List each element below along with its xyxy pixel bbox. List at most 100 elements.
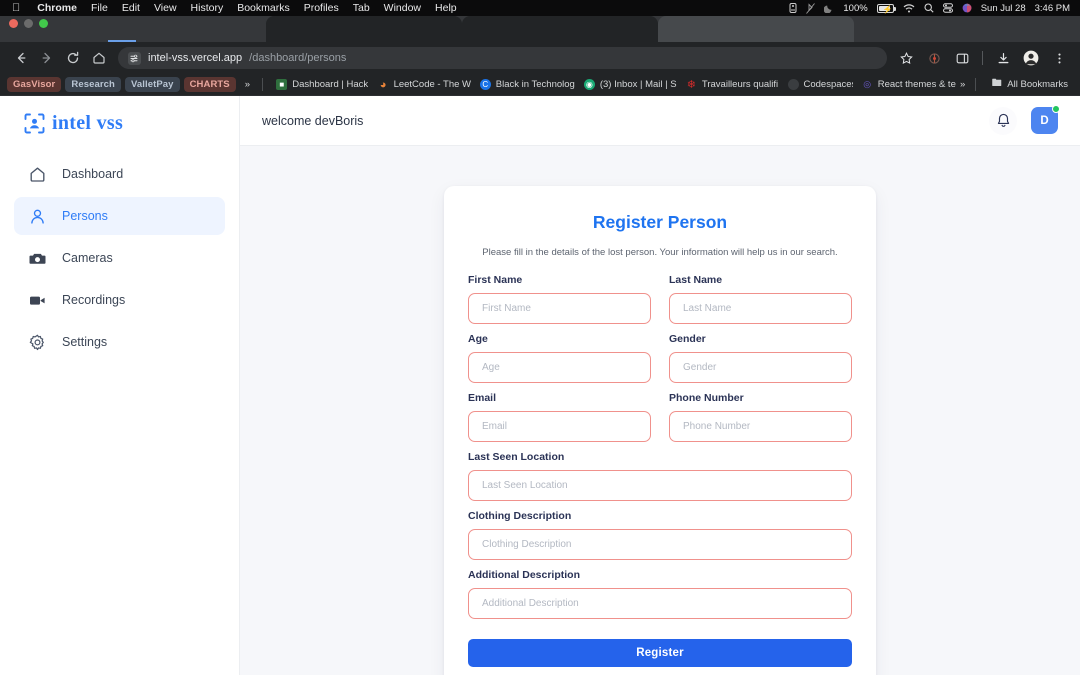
menu-chrome[interactable]: Chrome	[30, 2, 84, 14]
battery-icon[interactable]: ⚡	[876, 3, 896, 14]
app-content: welcome devBoris D Register Person Pleas…	[240, 96, 1080, 675]
status-online-dot	[1052, 105, 1060, 113]
menu-history[interactable]: History	[184, 2, 231, 14]
sidebar-item-persons[interactable]: Persons	[14, 197, 225, 235]
bookmarks-overflow-chevron[interactable]: »	[240, 77, 255, 92]
gender-input[interactable]	[669, 352, 852, 383]
bookmark-react-themes[interactable]: ◎ React themes & te...	[857, 77, 956, 92]
app-logo-text: intel vss	[52, 112, 124, 134]
email-input[interactable]	[468, 411, 651, 442]
bookmark-chip-research[interactable]: Research	[65, 77, 121, 92]
field-label: Clothing Description	[468, 510, 572, 522]
sidebar-item-dashboard[interactable]: Dashboard	[14, 155, 225, 193]
folder-icon: 🖿	[991, 78, 1002, 89]
bookmarks-divider	[262, 78, 264, 91]
back-icon[interactable]	[8, 45, 34, 71]
bookmark-chip-charts[interactable]: CHARTS	[183, 77, 236, 92]
window-traffic-lights[interactable]	[9, 19, 48, 28]
app-viewport: intel vss Dashboard Persons Cameras Reco	[0, 96, 1080, 675]
additional-description-input[interactable]	[468, 588, 852, 619]
toolbar-actions	[893, 45, 1072, 71]
first-name-input[interactable]	[468, 293, 651, 324]
wifi-icon[interactable]	[903, 3, 915, 13]
address-bar[interactable]: intel-vss.vercel.app/dashboard/persons	[118, 47, 887, 69]
tab-strip	[0, 16, 1080, 42]
reload-icon[interactable]	[60, 45, 86, 71]
site-settings-icon[interactable]	[128, 51, 141, 65]
sidebar-item-settings[interactable]: Settings	[14, 323, 225, 361]
menu-view[interactable]: View	[147, 2, 184, 14]
bookmark-dashboard-hack[interactable]: ■ Dashboard | Hack...	[271, 77, 369, 92]
app-logo[interactable]: intel vss	[14, 96, 225, 155]
clock-date[interactable]: Sun Jul 28	[981, 3, 1026, 14]
person-icon	[28, 207, 46, 225]
favicon-icon: ■	[276, 79, 288, 90]
field-clothing-description: Clothing Description	[468, 510, 852, 560]
bookmarks-bar-right: » 🖿 All Bookmarks	[960, 77, 1073, 92]
field-label: Phone Number	[669, 392, 744, 404]
menu-edit[interactable]: Edit	[115, 2, 147, 14]
tab-item[interactable]	[658, 16, 854, 42]
tab-item[interactable]	[70, 16, 266, 42]
clothing-description-input[interactable]	[468, 529, 852, 560]
bookmark-chip-valletpay[interactable]: ValletPay	[124, 77, 180, 92]
minimize-window-button[interactable]	[24, 19, 33, 28]
favicon-icon: ◕	[379, 78, 387, 91]
app-sidebar: intel vss Dashboard Persons Cameras Reco	[0, 96, 240, 675]
welcome-message: welcome devBoris	[262, 113, 364, 128]
search-icon[interactable]	[924, 3, 934, 13]
menu-bookmarks[interactable]: Bookmarks	[230, 2, 297, 14]
menu-profiles[interactable]: Profiles	[297, 2, 346, 14]
last-seen-location-input[interactable]	[468, 470, 852, 501]
moon-icon[interactable]	[824, 3, 834, 13]
age-input[interactable]	[468, 352, 651, 383]
menu-tab[interactable]: Tab	[346, 2, 377, 14]
macos-menu-bar:  Chrome File Edit View History Bookmark…	[0, 0, 1080, 16]
bookmark-label: Codespaces	[803, 79, 853, 90]
field-phone-number: Phone Number	[669, 392, 852, 442]
field-age: Age	[468, 333, 651, 383]
bookmark-label: Travailleurs qualifi...	[701, 79, 779, 90]
all-bookmarks-button[interactable]: 🖿 All Bookmarks	[986, 77, 1073, 92]
clock-time[interactable]: 3:46 PM	[1035, 3, 1070, 14]
bookmark-chip-gasvisor[interactable]: GasVisor	[7, 77, 62, 92]
register-button[interactable]: Register	[468, 639, 852, 667]
siri-icon[interactable]	[962, 3, 972, 13]
tab-item[interactable]	[462, 16, 658, 42]
bookmark-codespaces[interactable]: Codespaces	[783, 77, 853, 92]
home-icon[interactable]	[86, 45, 112, 71]
last-name-input[interactable]	[669, 293, 852, 324]
bookmark-black-in-technology[interactable]: C Black in Technolog...	[475, 77, 575, 92]
close-window-button[interactable]	[9, 19, 18, 28]
sidebar-item-cameras[interactable]: Cameras	[14, 239, 225, 277]
field-first-name: First Name	[468, 274, 651, 324]
sidebar-item-recordings[interactable]: Recordings	[14, 281, 225, 319]
favicon-icon: ◉	[583, 79, 595, 90]
menu-help[interactable]: Help	[428, 2, 464, 14]
bookmark-travailleurs[interactable]: ❄ Travailleurs qualifi...	[681, 77, 779, 92]
bookmark-inbox-mail[interactable]: ◉ (3) Inbox | Mail | S...	[579, 77, 677, 92]
phone-number-input[interactable]	[669, 411, 852, 442]
browser-toolbar: intel-vss.vercel.app/dashboard/persons	[0, 42, 1080, 74]
download-icon[interactable]	[990, 45, 1016, 71]
side-panel-icon[interactable]	[949, 45, 975, 71]
chrome-menu-icon[interactable]	[1046, 45, 1072, 71]
bluetooth-off-icon[interactable]	[806, 2, 816, 14]
notification-bell-icon[interactable]	[989, 106, 1017, 135]
bookmarks-more-chevron[interactable]: »	[960, 79, 965, 90]
bookmark-leetcode[interactable]: ◕ LeetCode - The W...	[373, 77, 471, 92]
field-label: Email	[468, 392, 497, 404]
favicon-icon: ❄	[686, 79, 697, 91]
forward-icon[interactable]	[34, 45, 60, 71]
control-center-icon[interactable]	[942, 3, 953, 13]
menu-file[interactable]: File	[84, 2, 115, 14]
tab-item-active[interactable]	[266, 16, 462, 42]
profile-avatar-icon[interactable]	[1018, 45, 1044, 71]
extension-icon[interactable]	[921, 45, 947, 71]
menu-window[interactable]: Window	[377, 2, 428, 14]
bookmark-star-icon[interactable]	[893, 45, 919, 71]
user-avatar[interactable]: D	[1031, 105, 1060, 134]
meeting-icon[interactable]	[789, 3, 797, 13]
apple-icon[interactable]: 	[6, 2, 30, 14]
maximize-window-button[interactable]	[39, 19, 48, 28]
